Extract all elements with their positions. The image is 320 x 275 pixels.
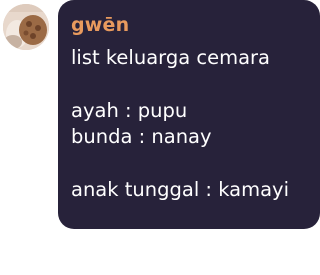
message-line: ayah : pupu [71, 99, 188, 122]
message-line: anak tunggal : kamayi [71, 178, 290, 201]
chat-message-row: gwēn list keluarga cemara ayah : pupu bu… [0, 0, 320, 275]
message-line: list keluarga cemara [71, 46, 270, 69]
avatar-photo-icon [3, 4, 49, 50]
avatar[interactable] [3, 4, 49, 50]
message-line: bunda : nanay [71, 125, 212, 148]
message-author[interactable]: gwēn [71, 12, 310, 38]
message-bubble[interactable]: gwēn list keluarga cemara ayah : pupu bu… [58, 0, 320, 229]
